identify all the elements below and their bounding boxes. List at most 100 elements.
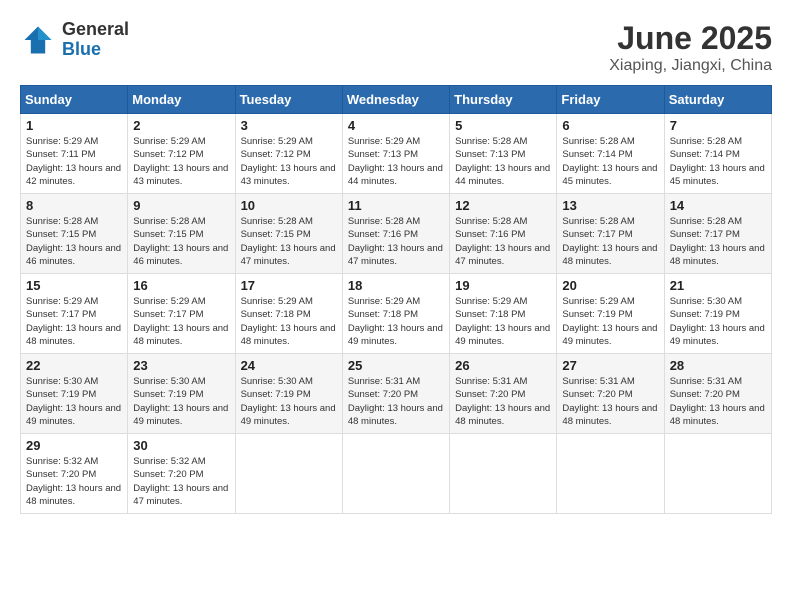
daylight-text: Daylight: 13 hours and 43 minutes. — [241, 163, 336, 187]
sunrise-text: Sunrise: 5:28 AM — [133, 216, 205, 227]
sunrise-text: Sunrise: 5:29 AM — [455, 296, 527, 307]
sunrise-text: Sunrise: 5:31 AM — [670, 376, 742, 387]
sunset-text: Sunset: 7:14 PM — [562, 149, 632, 160]
sunrise-text: Sunrise: 5:32 AM — [133, 456, 205, 467]
sunrise-text: Sunrise: 5:29 AM — [348, 296, 420, 307]
day-info: Sunrise: 5:28 AMSunset: 7:14 PMDaylight:… — [562, 135, 658, 188]
calendar-week-2: 8Sunrise: 5:28 AMSunset: 7:15 PMDaylight… — [21, 194, 772, 274]
daylight-text: Daylight: 13 hours and 49 minutes. — [670, 323, 765, 347]
logo-text: General Blue — [62, 20, 129, 60]
calendar-cell — [235, 434, 342, 514]
day-info: Sunrise: 5:28 AM Sunset: 7:17 PM Daylight:… — [670, 215, 766, 268]
calendar-cell: 6Sunrise: 5:28 AMSunset: 7:14 PMDaylight… — [557, 114, 664, 194]
day-info: Sunrise: 5:29 AMSunset: 7:17 PMDaylight:… — [133, 295, 229, 348]
col-wednesday: Wednesday — [342, 86, 449, 114]
day-info: Sunrise: 5:29 AMSunset: 7:18 PMDaylight:… — [348, 295, 444, 348]
calendar-cell — [557, 434, 664, 514]
daylight-text: Daylight: 13 hours and 47 minutes. — [241, 243, 336, 267]
sunrise-text: Sunrise: 5:29 AM — [133, 136, 205, 147]
day-number: 22 — [26, 358, 122, 373]
day-number: 13 — [562, 198, 658, 213]
day-info: Sunrise: 5:28 AMSunset: 7:16 PMDaylight:… — [348, 215, 444, 268]
sunrise-text: Sunrise: 5:28 AM — [241, 216, 313, 227]
page-header: General Blue June 2025 Xiaping, Jiangxi,… — [20, 20, 772, 75]
day-number: 11 — [348, 198, 444, 213]
sunset-text: Sunset: 7:20 PM — [348, 389, 418, 400]
sunset-text: Sunset: 7:18 PM — [241, 309, 311, 320]
day-number: 12 — [455, 198, 551, 213]
calendar-cell: 11 Sunrise: 5:28 AMSunset: 7:16 PMDayligh… — [342, 194, 449, 274]
day-number: 16 — [133, 278, 229, 293]
sunrise-text: Sunrise: 5:28 AM — [670, 216, 742, 227]
day-info: Sunrise: 5:28 AMSunset: 7:15 PMDaylight:… — [241, 215, 337, 268]
col-sunday: Sunday — [21, 86, 128, 114]
day-number: 25 — [348, 358, 444, 373]
calendar-cell: 15Sunrise: 5:29 AMSunset: 7:17 PMDayligh… — [21, 274, 128, 354]
day-number: 10 — [241, 198, 337, 213]
sunrise-text: Sunrise: 5:29 AM — [26, 136, 98, 147]
daylight-text: Daylight: 13 hours and 44 minutes. — [455, 163, 550, 187]
day-info: Sunrise: 5:29 AMSunset: 7:19 PMDaylight:… — [562, 295, 658, 348]
day-info: Sunrise: 5:28 AMSunset: 7:15 PMDaylight:… — [26, 215, 122, 268]
day-info: Sunrise: 5:29 AM Sunset: 7:11 PM Daylight:… — [26, 135, 122, 188]
daylight-text: Daylight: 13 hours and 48 minutes. — [133, 323, 228, 347]
logo-blue: Blue — [62, 40, 129, 60]
day-info: Sunrise: 5:28 AMSunset: 7:13 PMDaylight:… — [455, 135, 551, 188]
calendar-cell: 25Sunrise: 5:31 AMSunset: 7:20 PMDayligh… — [342, 354, 449, 434]
calendar-cell: 2 Sunrise: 5:29 AMSunset: 7:12 PMDaylight… — [128, 114, 235, 194]
sunset-text: Sunset: 7:17 PM — [670, 229, 740, 240]
calendar-cell: 27 Sunrise: 5:31 AMSunset: 7:20 PMDayligh… — [557, 354, 664, 434]
daylight-text: Daylight: 13 hours and 48 minutes. — [670, 243, 765, 267]
calendar-week-1: 1Sunrise: 5:29 AMSunset: 7:11 PMDaylight… — [21, 114, 772, 194]
calendar-cell: 7 Sunrise: 5:28 AMSunset: 7:14 PMDaylight… — [664, 114, 771, 194]
daylight-text: Daylight: 13 hours and 47 minutes. — [455, 243, 550, 267]
day-number: 9 — [133, 198, 229, 213]
sunset-text: Sunset: 7:11 PM — [26, 149, 96, 160]
day-number: 18 — [348, 278, 444, 293]
daylight-text: Daylight: 13 hours and 49 minutes. — [562, 323, 657, 347]
calendar-cell: 4Sunrise: 5:29 AMSunset: 7:13 PMDaylight… — [342, 114, 449, 194]
day-number: 7 — [670, 118, 766, 133]
day-number: 2 — [133, 118, 229, 133]
day-info: Sunrise: 5:28 AMSunset: 7:16 PMDaylight:… — [455, 215, 551, 268]
calendar-cell: 22Sunrise: 5:30 AMSunset: 7:19 PMDayligh… — [21, 354, 128, 434]
sunrise-text: Sunrise: 5:28 AM — [455, 136, 527, 147]
calendar-cell: 20Sunrise: 5:29 AMSunset: 7:19 PMDayligh… — [557, 274, 664, 354]
sunset-text: Sunset: 7:19 PM — [26, 389, 96, 400]
calendar-cell — [342, 434, 449, 514]
col-friday: Friday — [557, 86, 664, 114]
col-thursday: Thursday — [450, 86, 557, 114]
day-info: Sunrise: 5:29 AMSunset: 7:12 PMDaylight:… — [133, 135, 229, 188]
day-info: Sunrise: 5:28 AMSunset: 7:15 PMDaylight:… — [133, 215, 229, 268]
sunset-text: Sunset: 7:14 PM — [670, 149, 740, 160]
daylight-text: Daylight: 13 hours and 48 minutes. — [562, 403, 657, 427]
daylight-text: Daylight: 13 hours and 48 minutes. — [26, 323, 121, 347]
daylight-text: Daylight: 13 hours and 48 minutes. — [348, 403, 443, 427]
calendar-cell: 14Sunrise: 5:28 AMSunset: 7:17 PMDayligh… — [664, 194, 771, 274]
daylight-text: Daylight: 13 hours and 42 minutes. — [26, 163, 121, 187]
day-number: 24 — [241, 358, 337, 373]
sunset-text: Sunset: 7:13 PM — [348, 149, 418, 160]
sunset-text: Sunset: 7:15 PM — [133, 229, 203, 240]
day-info: Sunrise: 5:31 AMSunset: 7:20 PMDaylight:… — [455, 375, 551, 428]
day-number: 30 — [133, 438, 229, 453]
calendar-cell: 19Sunrise: 5:29 AMSunset: 7:18 PMDayligh… — [450, 274, 557, 354]
day-info: Sunrise: 5:32 AMSunset: 7:20 PMDaylight:… — [133, 455, 229, 508]
daylight-text: Daylight: 13 hours and 45 minutes. — [562, 163, 657, 187]
daylight-text: Daylight: 13 hours and 49 minutes. — [455, 323, 550, 347]
daylight-text: Daylight: 13 hours and 48 minutes. — [241, 323, 336, 347]
daylight-text: Daylight: 13 hours and 48 minutes. — [670, 403, 765, 427]
day-number: 27 — [562, 358, 658, 373]
sunrise-text: Sunrise: 5:30 AM — [241, 376, 313, 387]
sunset-text: Sunset: 7:19 PM — [133, 389, 203, 400]
sunrise-text: Sunrise: 5:28 AM — [455, 216, 527, 227]
sunrise-text: Sunrise: 5:30 AM — [26, 376, 98, 387]
day-info: Sunrise: 5:28 AMSunset: 7:14 PMDaylight:… — [670, 135, 766, 188]
day-info: Sunrise: 5:32 AMSunset: 7:20 PMDaylight:… — [26, 455, 122, 508]
calendar-cell: 28Sunrise: 5:31 AMSunset: 7:20 PMDayligh… — [664, 354, 771, 434]
title-area: June 2025 Xiaping, Jiangxi, China — [609, 20, 772, 75]
day-number: 29 — [26, 438, 122, 453]
daylight-text: Daylight: 13 hours and 47 minutes. — [133, 483, 228, 507]
day-info: Sunrise: 5:31 AMSunset: 7:20 PMDaylight:… — [562, 375, 658, 428]
calendar-cell: 18 Sunrise: 5:29 AMSunset: 7:18 PMDayligh… — [342, 274, 449, 354]
